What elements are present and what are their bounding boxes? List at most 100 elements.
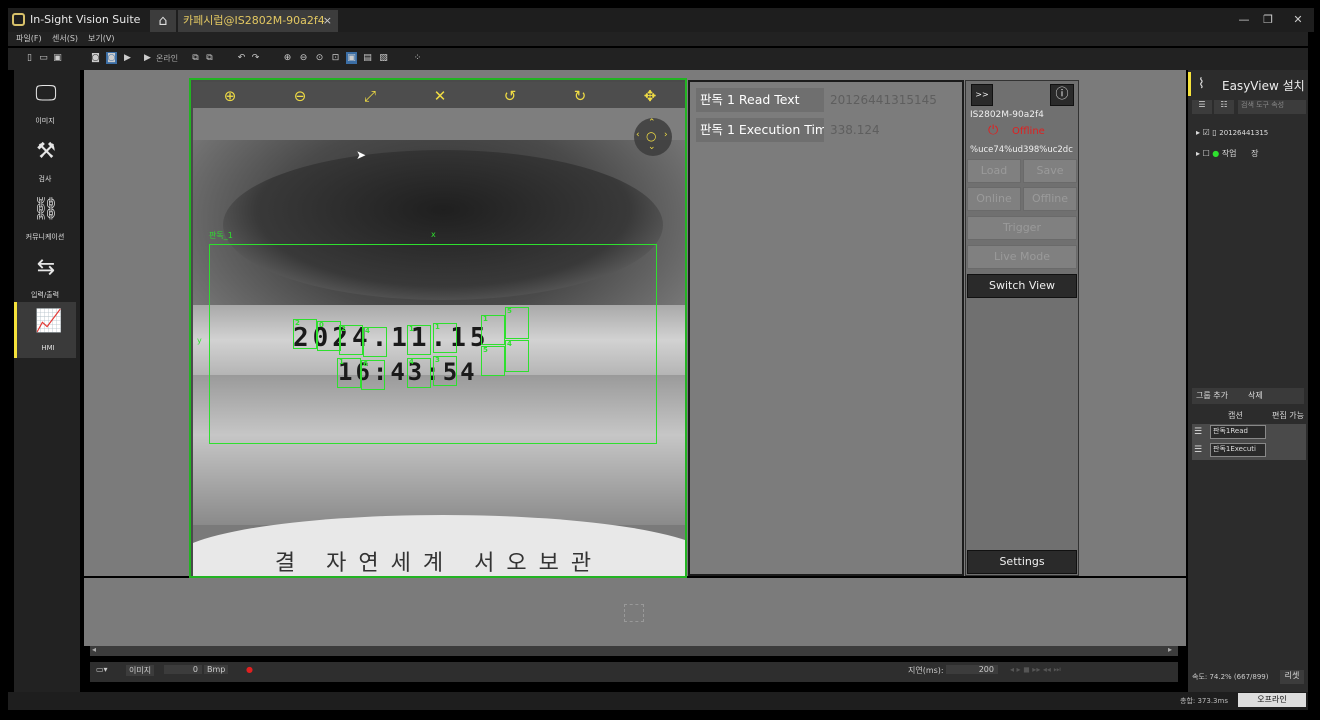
camera-image[interactable]: 결 자연세계 서오보관 2024.11.15 16:43:54 판독_1 x y… [193,140,685,576]
rotate-left-icon[interactable]: ↺ [501,87,519,105]
caption-field[interactable]: 판독1Executi [1210,443,1266,457]
char-box: 5 [481,346,505,376]
nav-inspection[interactable]: ⚒ 검사 [14,132,76,188]
online-button[interactable]: Online [967,187,1021,211]
drag-handle-icon[interactable]: ☰ [1194,427,1202,437]
zoom-in-icon[interactable]: ⊕ [221,87,239,105]
camera-live-icon[interactable]: ◙ [106,52,117,64]
drag-handle-icon[interactable]: ☰ [1194,445,1202,455]
save-icon[interactable]: ▣ [52,52,63,64]
caption-list: ☰ 판독1Read ☰ 판독1Executi [1192,424,1306,460]
menu-view[interactable]: 보기(V) [88,33,114,44]
copy-icon[interactable]: ⧉ [190,52,201,64]
chevron-right-icon[interactable]: ▸ [1196,149,1200,158]
char-box: 4 [505,340,529,372]
picture-icon[interactable]: ▧ [378,52,389,64]
pan-right-icon[interactable]: › [664,130,668,140]
device-name: IS2802M-90a2f4 [970,110,1044,120]
char-box: 5 [505,307,529,339]
panel-title: EasyView 설치 [1222,79,1305,93]
minimize-button[interactable]: — [1236,13,1252,27]
rotate-right-icon[interactable]: ↻ [571,87,589,105]
zoom-in-icon[interactable]: ⊕ [282,52,293,64]
pan-icon[interactable]: ✥ [641,87,659,105]
settings-button[interactable]: Settings [967,550,1077,574]
menu-file[interactable]: 파일(F) [16,33,42,44]
zoom-out-icon[interactable]: ⊖ [298,52,309,64]
title-bar: In-Sight Vision Suite ⌂ 카페시럽@IS2802M-90a… [8,8,1314,32]
collapse-all-icon[interactable]: ☷ [1214,100,1234,114]
graphics-icon[interactable]: ⁘ [412,52,423,64]
speed-readout: 속도: 74.2% (667/899) [1192,673,1269,681]
select-icon[interactable]: ▣ [346,52,357,64]
reset-button[interactable]: 리셋 [1280,670,1304,684]
nav-communication[interactable]: ⛓ 커뮤니케이션 [14,190,76,246]
zoom-fit-icon[interactable]: ⊙ [314,52,325,64]
live-mode-button[interactable]: Live Mode [967,245,1077,269]
switch-view-button[interactable]: Switch View [967,274,1077,298]
info-icon[interactable]: ⓘ [1050,84,1074,106]
paste-icon[interactable]: ⧉ [204,52,215,64]
new-file-icon[interactable]: ▯ [24,52,35,64]
image-index-field[interactable]: 0 [164,665,202,674]
format-select[interactable]: Bmp [204,665,229,674]
restore-button[interactable]: ❐ [1260,13,1276,27]
play-icon[interactable]: ▶ [142,52,153,64]
roi-y-marker[interactable]: y [197,336,202,345]
add-group-button[interactable]: 그룹 추가 [1196,390,1228,401]
close-window-button[interactable]: ✕ [1290,13,1306,27]
pan-center-icon[interactable]: ○ [646,129,656,143]
nav-image[interactable]: 🖵 이미지 [14,74,76,130]
video-icon[interactable]: ▶ [122,52,133,64]
caption-field[interactable]: 판독1Read [1210,425,1266,439]
pan-up-icon[interactable]: ⌃ [648,118,656,128]
search-input[interactable]: 검색 도구 속성 [1238,100,1306,114]
full-size-icon[interactable]: ✕ [431,87,449,105]
expand-button[interactable]: >> [971,84,993,106]
network-icon: ⛓ [32,197,60,222]
checkbox-checked[interactable]: ☑ [1203,128,1210,137]
pan-down-icon[interactable]: ⌄ [648,142,656,152]
delete-button[interactable]: 삭제 [1248,390,1263,401]
mode-indicator[interactable]: 오프라인 [1238,693,1306,707]
delay-input[interactable]: 200 [946,665,998,674]
load-button[interactable]: Load [967,159,1021,183]
results-panel: 판독 1 Read Text 20126441315145 판독 1 Execu… [688,80,964,576]
image-icon[interactable]: ▤ [362,52,373,64]
open-folder-icon[interactable]: ▭ [38,52,49,64]
nav-io[interactable]: ⇆ 입력/출력 [14,248,76,304]
chevron-right-icon[interactable]: ▸ [1196,128,1200,137]
playback-controls[interactable]: ◂ ▸ ◼ ▸▸ ◂◂ ⏭ [1010,665,1061,675]
record-icon[interactable]: ● [246,665,253,674]
hmi-chart-icon: 📈 [35,309,63,334]
zoom-out-icon[interactable]: ⊖ [291,87,309,105]
checkbox-empty[interactable]: ☐ [1203,149,1210,158]
close-tab-icon[interactable]: × [323,10,332,32]
menu-sensor[interactable]: 센서(S) [52,33,78,44]
tree-item-result[interactable]: ▸ ☑ ▯ 20126441315 [1196,128,1268,142]
camera-icon[interactable]: ◙ [90,52,101,64]
folder-icon[interactable]: ▭▾ [96,665,108,674]
image-top-strip [193,108,685,140]
tree-item-job[interactable]: ▸ ☐ ● 작업 장 [1196,148,1258,162]
trigger-button[interactable]: Trigger [967,216,1077,240]
nav-hmi[interactable]: 📈 HMI [14,302,76,358]
document-tab[interactable]: 카페시럽@IS2802M-90a2f4 × [178,10,338,32]
online-toggle[interactable]: 온라인 [156,53,178,64]
redo-icon[interactable]: ↷ [250,52,261,64]
scroll-left-icon[interactable]: ◂ [92,645,96,654]
filmstrip-scrollbar[interactable]: ◂ ▸ [90,645,1178,656]
image-source-label: 이미지 [126,665,155,676]
save-button[interactable]: Save [1023,159,1077,183]
pan-left-icon[interactable]: ‹ [636,130,640,140]
pan-navigator-control[interactable]: ⌃ ‹ ○ › ⌄ [634,118,672,156]
undo-icon[interactable]: ↶ [236,52,247,64]
scroll-right-icon[interactable]: ▸ [1168,645,1172,654]
zoom-full-icon[interactable]: ⊡ [330,52,341,64]
fit-to-window-icon[interactable]: ⤢ [361,87,379,105]
char-box: 1 [433,323,457,353]
home-tab[interactable]: ⌂ [150,10,176,32]
expand-all-icon[interactable]: ☰ [1192,100,1212,114]
offline-button[interactable]: Offline [1023,187,1077,211]
roi-x-marker[interactable]: x [431,230,436,239]
